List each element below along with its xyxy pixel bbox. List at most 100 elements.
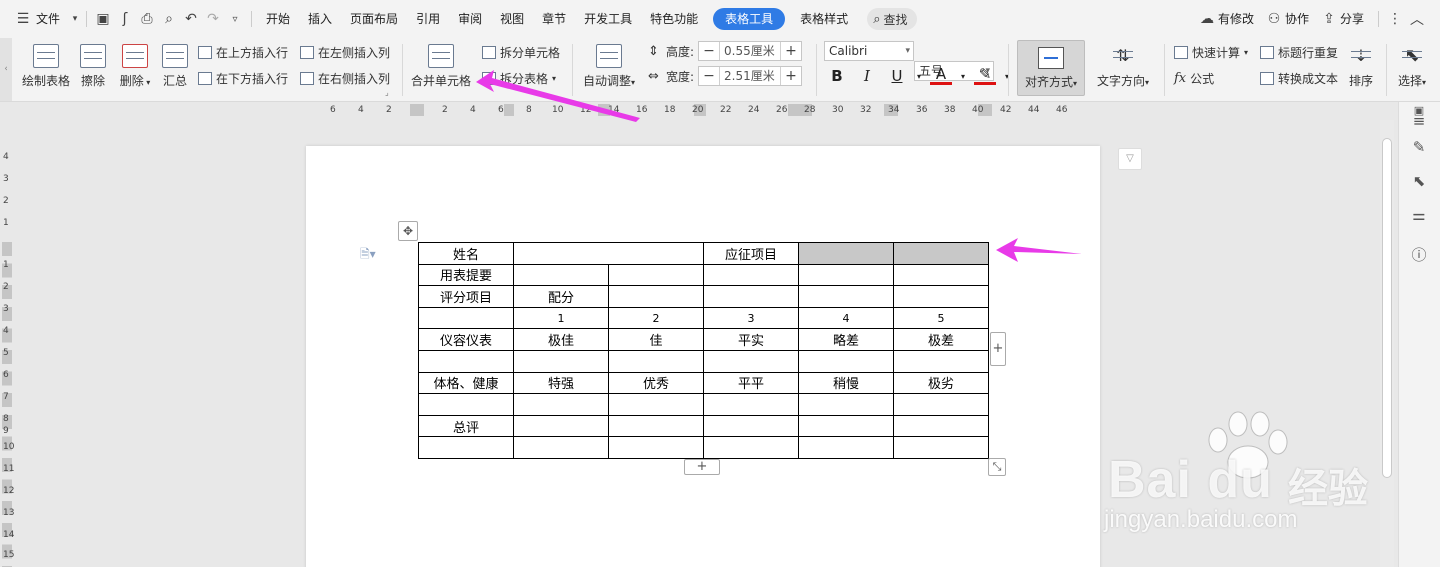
text-direction-button[interactable]: ⇅ 文字方向▾	[1092, 44, 1154, 89]
chevron-down-icon[interactable]: ▾	[916, 72, 922, 81]
merge-cells-button[interactable]: 合并单元格	[408, 44, 474, 89]
table-cell[interactable]: 平平	[703, 371, 799, 395]
table-cell[interactable]: 极差	[893, 328, 989, 351]
scrollbar-thumb[interactable]	[1382, 138, 1392, 478]
help-icon[interactable]: ⓘ	[1409, 244, 1429, 264]
document-table[interactable]: 姓名 应征项目 用表提要 评分项目 配分 1 2 3 4 5 仪容仪表 极佳 佳…	[418, 242, 989, 459]
tab-table-tools[interactable]: 表格工具	[713, 8, 786, 30]
table-cell[interactable]: 用表提要	[418, 263, 514, 287]
table-cell[interactable]	[418, 393, 514, 416]
table-cell[interactable]	[608, 285, 704, 308]
table-cell[interactable]	[703, 393, 799, 416]
bold-icon[interactable]: B	[826, 67, 848, 85]
table-cell-selected[interactable]	[798, 242, 894, 265]
chevron-down-icon[interactable]: ▾	[69, 8, 81, 30]
table-cell[interactable]: 评分项目	[418, 285, 514, 308]
more-options-icon[interactable]: ⋮	[1384, 8, 1406, 30]
to-text-button[interactable]: 转换成文本	[1260, 70, 1338, 87]
table-cell[interactable]	[608, 349, 704, 373]
table-cell[interactable]	[513, 414, 609, 438]
width-spinner[interactable]: − 2.51厘米 +	[698, 66, 803, 86]
quick-calc-button[interactable]: 快速计算 ▾	[1174, 44, 1248, 61]
table-cell[interactable]	[893, 349, 989, 373]
resize-table-handle[interactable]: ⤡	[988, 458, 1006, 476]
table-cell[interactable]: 总评	[418, 414, 514, 438]
add-row-button[interactable]: +	[684, 459, 720, 475]
hamburger-icon[interactable]: ☰	[12, 8, 34, 30]
height-input[interactable]: 0.55厘米	[719, 42, 782, 60]
minus-icon[interactable]: −	[699, 67, 719, 85]
table-cell[interactable]: 稍慢	[798, 371, 894, 395]
table-cell[interactable]: 略差	[798, 328, 894, 351]
font-color-icon[interactable]: A	[930, 67, 952, 85]
table-cell-selected[interactable]	[893, 242, 989, 265]
split-cells-button[interactable]: 拆分单元格	[482, 44, 560, 61]
table-cell[interactable]	[418, 349, 514, 373]
italic-icon[interactable]: I	[856, 67, 878, 85]
collapse-ribbon-icon[interactable]: ︿	[1406, 8, 1428, 30]
delete-button[interactable]: 删除 ▾	[116, 44, 154, 89]
formula-button[interactable]: fx 公式	[1174, 70, 1214, 87]
chevron-down-icon[interactable]: ▾	[1004, 72, 1010, 81]
tab-references[interactable]: 引用	[407, 7, 449, 31]
select-button[interactable]: ⬉ 选择▾	[1392, 44, 1432, 89]
table-cell[interactable]: 3	[703, 306, 799, 330]
table-cell[interactable]: 极佳	[513, 328, 609, 351]
table-cell[interactable]	[798, 263, 894, 287]
table-cell[interactable]: 体格、健康	[418, 371, 514, 395]
summary-button[interactable]: 汇总	[160, 44, 190, 89]
dialog-launcher-icon[interactable]: ⌟	[385, 88, 389, 97]
horizontal-ruler[interactable]: 6 4 2 2 4 6 8 10 12 14 16 18 20 22 24 26…	[0, 102, 1380, 120]
split-table-button[interactable]: 拆分表格 ▾	[482, 70, 556, 87]
align-button[interactable]: 对齐方式▾	[1017, 40, 1085, 96]
table-cell[interactable]	[893, 414, 989, 438]
table-cell[interactable]	[798, 393, 894, 416]
tab-section[interactable]: 章节	[533, 7, 575, 31]
table-cell[interactable]: 姓名	[418, 242, 514, 265]
table-cell[interactable]: 特强	[513, 371, 609, 395]
print-preview-icon[interactable]: ⌕	[158, 8, 180, 30]
table-cell[interactable]	[703, 349, 799, 373]
plus-icon[interactable]: +	[781, 42, 801, 60]
add-column-button[interactable]: +	[990, 332, 1006, 366]
draw-table-button[interactable]: 绘制表格	[20, 44, 72, 89]
pen-icon[interactable]: ✎	[1409, 138, 1429, 158]
table-cell[interactable]: 仪容仪表	[418, 328, 514, 351]
erase-button[interactable]: 擦除	[78, 44, 108, 89]
insert-row-above-button[interactable]: 在上方插入行	[198, 44, 288, 61]
plus-icon[interactable]: +	[781, 67, 801, 85]
table-cell[interactable]	[608, 393, 704, 416]
chevron-down-icon[interactable]: ▾	[960, 72, 966, 81]
sort-button[interactable]: ⇣ 排序	[1346, 44, 1376, 89]
format-painter-icon[interactable]: ʃ	[114, 8, 136, 30]
share-button[interactable]: 分享	[1340, 7, 1373, 31]
search-button[interactable]: ⌕ 查找	[867, 8, 918, 30]
table-cell[interactable]	[703, 285, 799, 308]
table-cell[interactable]: 配分	[513, 285, 609, 308]
table-cell[interactable]	[513, 436, 609, 459]
height-spinner[interactable]: − 0.55厘米 +	[698, 41, 803, 61]
page-collapse-icon[interactable]: ▽	[1118, 148, 1142, 170]
table-cell[interactable]	[513, 349, 609, 373]
tab-developer[interactable]: 开发工具	[575, 7, 641, 31]
table-cell[interactable]: 优秀	[608, 371, 704, 395]
table-cell[interactable]	[798, 285, 894, 308]
table-cell[interactable]	[893, 263, 989, 287]
tab-page-layout[interactable]: 页面布局	[341, 7, 407, 31]
table-cell[interactable]: 5	[893, 306, 989, 330]
table-cell[interactable]	[513, 263, 609, 287]
table-cell[interactable]: 1	[513, 306, 609, 330]
font-name-select[interactable]: Calibri	[824, 41, 914, 61]
tab-review[interactable]: 审阅	[449, 7, 491, 31]
table-cell[interactable]	[798, 436, 894, 459]
collaborate-button[interactable]: 协作	[1285, 7, 1318, 31]
table-cell[interactable]	[893, 393, 989, 416]
print-icon[interactable]: ⎙	[136, 8, 158, 30]
undo-icon[interactable]: ↶	[180, 8, 202, 30]
table-cell[interactable]	[513, 393, 609, 416]
table-cell[interactable]	[703, 414, 799, 438]
width-input[interactable]: 2.51厘米	[719, 67, 782, 85]
save-icon[interactable]: ▣	[92, 8, 114, 30]
tab-view[interactable]: 视图	[491, 7, 533, 31]
repeat-header-button[interactable]: 标题行重复	[1260, 44, 1338, 61]
